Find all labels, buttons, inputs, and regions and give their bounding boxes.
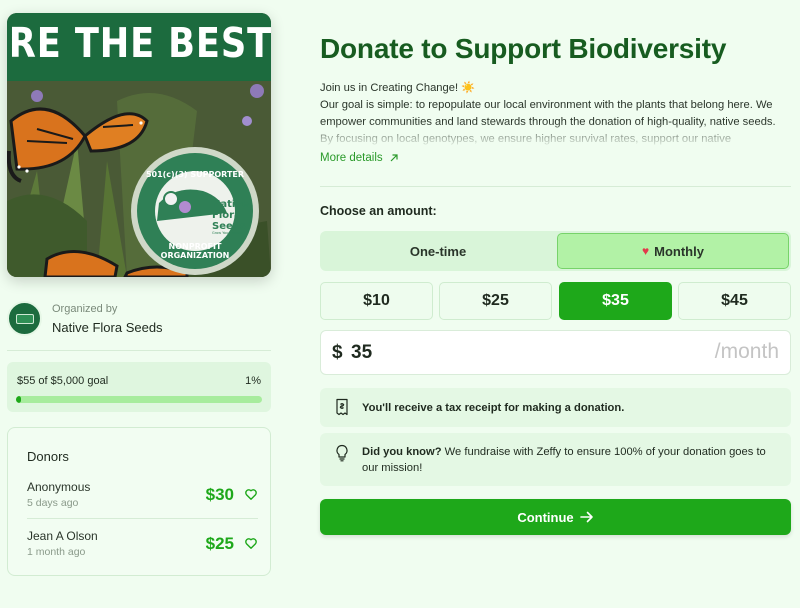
arrow-right-icon [579, 511, 593, 523]
amount-suffix: /month [714, 340, 779, 363]
donor-time: 1 month ago [27, 546, 86, 558]
continue-button[interactable]: Continue [320, 499, 791, 535]
campaign-intro: Join us in Creating Change! ☀️ [320, 82, 476, 94]
arrow-up-right-icon [390, 154, 398, 162]
goal-progress-percent: 1% [245, 375, 261, 387]
donor-row: Anonymous 5 days ago $30 [27, 480, 258, 520]
lightbulb-icon [336, 444, 348, 462]
donor-divider [27, 518, 258, 519]
more-details-link[interactable]: More details [320, 152, 399, 164]
donor-row: Jean A Olson 1 month ago $25 [27, 529, 258, 569]
organizer-block: Organized by Native Flora Seeds [7, 300, 271, 340]
more-details-label: More details [320, 152, 383, 164]
did-you-know-heading: Did you know? [362, 446, 442, 458]
custom-amount-input[interactable] [351, 340, 471, 366]
tax-receipt-notice: You'll receive a tax receipt for making … [320, 388, 791, 427]
goal-progress-bar [16, 396, 262, 403]
goal-progress-text: $55 of $5,000 goal [17, 375, 109, 387]
monthly-label: Monthly [654, 243, 704, 259]
heart-icon: ♥ [642, 244, 650, 258]
currency-symbol: $ [332, 342, 343, 363]
custom-amount-field[interactable]: $ /month [320, 330, 791, 375]
continue-label: Continue [517, 509, 574, 525]
amount-option-45[interactable]: $45 [678, 282, 791, 320]
donors-card: Donors Anonymous 5 days ago $30 Jean A O… [7, 427, 271, 576]
badge-bottom-2: ORGANIZATION [161, 251, 230, 260]
receipt-icon [336, 398, 348, 416]
section-divider [320, 186, 791, 187]
badge-bottom-1: NONPROFIT [169, 242, 222, 251]
did-you-know-text: Did you know? We fundraise with Zeffy to… [362, 444, 782, 476]
campaign-title: Donate to Support Biodiversity [320, 33, 727, 64]
heart-icon[interactable] [244, 487, 258, 501]
campaign-hero-image: RE THE BEST! 501(c)(3) SUPPORTER Native … [7, 13, 271, 277]
donor-time: 5 days ago [27, 497, 79, 509]
did-you-know-notice: Did you know? We fundraise with Zeffy to… [320, 433, 791, 486]
frequency-toggle: One-time ♥ Monthly [320, 231, 791, 271]
badge-tagline: Grow Your Impact [212, 231, 244, 235]
description-fade [320, 122, 790, 148]
hero-banner: RE THE BEST! [7, 13, 271, 81]
monthly-option[interactable]: ♥ Monthly [557, 233, 789, 269]
heart-icon[interactable] [244, 536, 258, 550]
tax-receipt-text: You'll receive a tax receipt for making … [362, 402, 625, 414]
one-time-option[interactable]: One-time [322, 233, 554, 269]
amount-option-10[interactable]: $10 [320, 282, 433, 320]
hero-banner-text: RE THE BEST! [8, 19, 271, 67]
badge-top-text: 501(c)(3) SUPPORTER [146, 170, 244, 179]
badge-brand-1: Native [212, 199, 249, 210]
organizer-avatar[interactable] [7, 301, 42, 336]
donor-amount: $30 [205, 485, 234, 504]
donor-name: Jean A Olson [27, 529, 98, 543]
amount-option-35[interactable]: $35 [559, 282, 672, 320]
left-divider [7, 350, 271, 351]
donors-title: Donors [27, 449, 69, 464]
donor-amount: $25 [205, 534, 234, 553]
donor-name: Anonymous [27, 480, 91, 494]
badge-brand-2: Flora [212, 210, 241, 221]
goal-progress-fill [16, 396, 21, 403]
choose-amount-label: Choose an amount: [320, 204, 437, 218]
goal-progress-card: $55 of $5,000 goal 1% [7, 362, 271, 412]
preset-amounts: $10 $25 $35 $45 [320, 282, 791, 320]
butterfly-badge-scene: 501(c)(3) SUPPORTER Native Flora Seeds G… [7, 81, 271, 277]
organizer-logo [15, 313, 34, 324]
organizer-label: Organized by [52, 303, 118, 315]
organizer-name[interactable]: Native Flora Seeds [52, 320, 163, 335]
amount-option-25[interactable]: $25 [439, 282, 552, 320]
